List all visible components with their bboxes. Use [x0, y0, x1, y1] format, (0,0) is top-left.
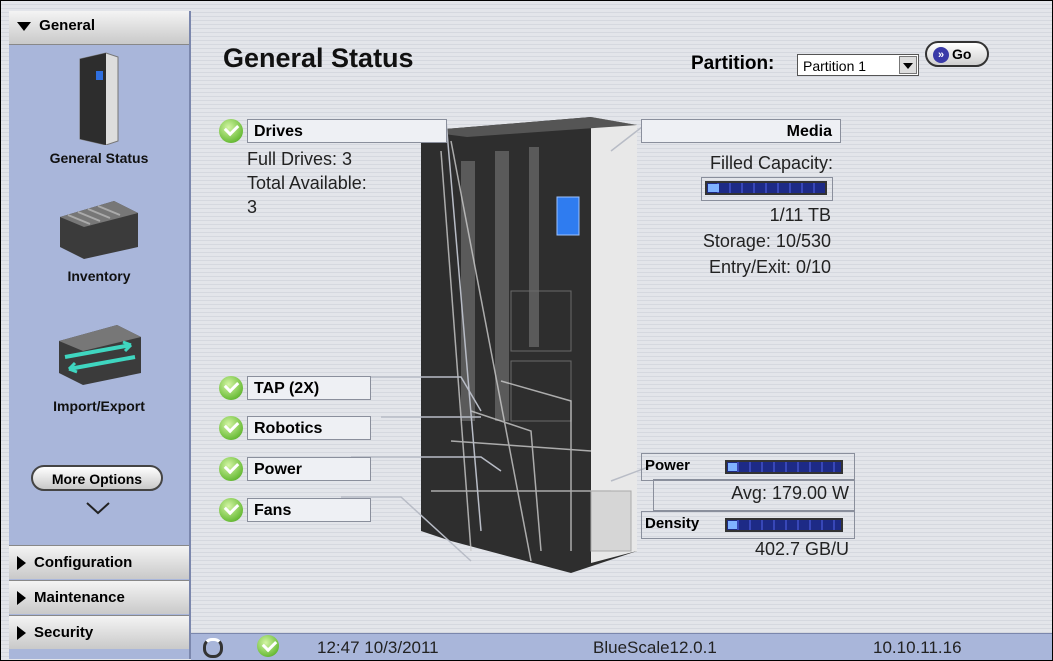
- status-ip: 10.10.11.16: [873, 638, 962, 657]
- sidebar-item-label: General Status: [49, 150, 149, 166]
- ok-check-icon: [219, 498, 243, 522]
- partition-select-value: Partition 1: [803, 58, 867, 74]
- status-version: BlueScale12.0.1: [593, 638, 717, 657]
- ok-check-icon: [219, 416, 243, 440]
- sidebar: General General Status Inventory Import/…: [9, 11, 191, 659]
- media-status[interactable]: Media: [641, 119, 841, 143]
- chevron-down-icon: [17, 21, 31, 31]
- media-capacity-bar: [705, 181, 827, 195]
- sidebar-item-import-export[interactable]: Import/Export: [9, 315, 189, 414]
- sidebar-general-header[interactable]: General: [9, 11, 189, 45]
- page-title: General Status: [223, 43, 414, 73]
- ok-check-icon: [219, 119, 243, 143]
- power-meter-label: Power: [645, 457, 691, 474]
- density-meter-label: Density: [645, 515, 700, 532]
- drives-full: Full Drives: 3: [247, 149, 353, 169]
- ok-check-icon: [219, 457, 243, 481]
- drives-total-label: Total Available:: [247, 173, 367, 193]
- import-export-icon: [59, 325, 141, 385]
- go-button-label: Go: [952, 46, 972, 62]
- dropdown-arrow-icon[interactable]: [899, 56, 917, 74]
- ok-check-icon: [257, 635, 279, 657]
- drives-status[interactable]: Drives: [247, 119, 447, 143]
- partition-label: Partition:: [691, 53, 775, 74]
- media-label: Media: [786, 123, 832, 140]
- power-bar-fill: [728, 463, 738, 471]
- chevron-right-icon: [17, 556, 26, 571]
- robotics-status[interactable]: Robotics: [247, 416, 371, 440]
- status-bar: 12:47 10/3/2011 BlueScale12.0.1 10.10.11…: [191, 633, 1052, 660]
- media-filled-label: Filled Capacity:: [709, 153, 833, 173]
- tap-label: TAP (2X): [254, 380, 320, 397]
- density-value: 402.7 GB/U: [754, 539, 849, 559]
- ok-check-icon: [219, 376, 243, 400]
- partition-select[interactable]: Partition 1: [797, 54, 919, 76]
- media-storage: Storage: 10/530: [702, 231, 831, 251]
- status-time: 12:47 10/3/2011: [317, 638, 439, 657]
- media-capacity: 1/11 TB: [769, 205, 831, 225]
- power-status[interactable]: Power: [247, 457, 371, 481]
- media-capacity-fill: [708, 184, 719, 192]
- library-cabinet-icon: [79, 52, 119, 146]
- refresh-icon[interactable]: [203, 638, 223, 658]
- density-bar: [725, 518, 843, 532]
- chevron-right-icon: [17, 626, 26, 641]
- app-window: General General Status Inventory Import/…: [0, 0, 1053, 661]
- more-options-button[interactable]: More Options: [31, 465, 163, 491]
- tape-stack-icon: [60, 201, 138, 259]
- drives-label: Drives: [254, 123, 303, 140]
- sidebar-section-maintenance[interactable]: Maintenance: [9, 580, 189, 614]
- power-avg: Avg: 179.00 W: [731, 483, 849, 503]
- sidebar-section-configuration[interactable]: Configuration: [9, 545, 189, 579]
- sidebar-item-label: Import/Export: [53, 398, 145, 414]
- fans-status[interactable]: Fans: [247, 498, 371, 522]
- power-bar: [725, 460, 843, 474]
- sidebar-item-inventory[interactable]: Inventory: [9, 191, 189, 284]
- sidebar-section-security[interactable]: Security: [9, 615, 189, 649]
- sidebar-item-label: Inventory: [67, 268, 131, 284]
- double-chevron-right-icon: »: [933, 47, 949, 64]
- sidebar-header-label: General: [39, 17, 96, 34]
- density-bar-fill: [728, 521, 738, 529]
- chevron-right-icon: [17, 591, 26, 606]
- go-button[interactable]: » Go: [925, 41, 989, 67]
- drives-total-value: 3: [247, 197, 258, 217]
- chevron-down-icon[interactable]: [85, 501, 111, 515]
- power-label: Power: [254, 461, 303, 478]
- sidebar-item-general-status[interactable]: General Status: [9, 51, 189, 166]
- media-entry-exit: Entry/Exit: 0/10: [708, 257, 831, 277]
- section-label: Configuration: [34, 554, 133, 571]
- fans-label: Fans: [254, 502, 292, 519]
- section-label: Maintenance: [34, 589, 125, 606]
- tap-status[interactable]: TAP (2X): [247, 376, 371, 400]
- robotics-label: Robotics: [254, 420, 323, 437]
- section-label: Security: [34, 624, 94, 641]
